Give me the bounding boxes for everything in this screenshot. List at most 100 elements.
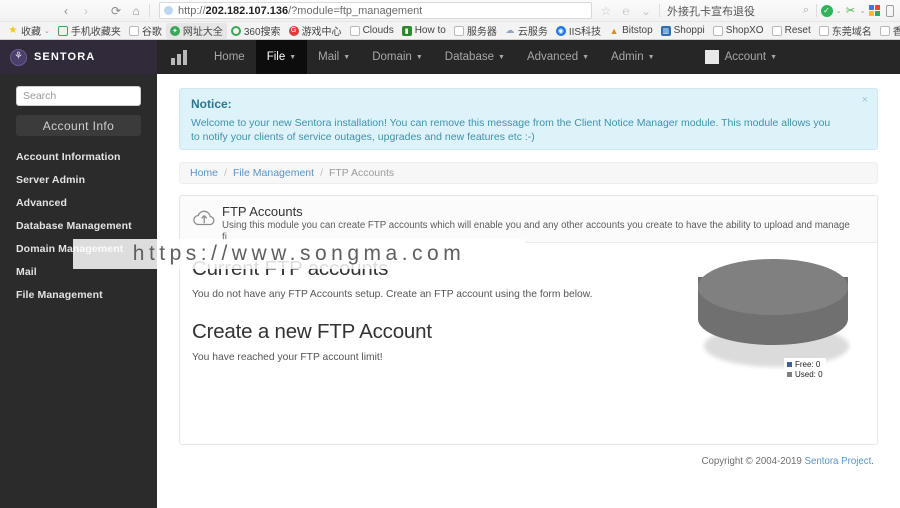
bookmark-item[interactable]: 360搜索 <box>227 23 285 39</box>
bookmark-item[interactable]: ✦ 网址大全 <box>165 22 227 39</box>
chevron-down-icon: ▼ <box>343 53 351 61</box>
stats-bars-icon[interactable] <box>171 49 187 65</box>
chevron-down-icon: ▼ <box>647 53 655 61</box>
forward-button[interactable]: › <box>76 1 96 21</box>
module-panel: FTP Accounts Using this module you can c… <box>179 195 878 445</box>
sidebar-item-label: File Management <box>16 288 103 301</box>
nav-item-admin[interactable]: Admin ▼ <box>600 40 666 74</box>
nav-label: Home <box>214 51 245 63</box>
star-icon: ★ <box>8 25 18 36</box>
bookmark-item[interactable]: 香港虚机 <box>876 23 900 39</box>
module-body: Current FTP accounts You do not have any… <box>180 243 877 444</box>
bookmark-item[interactable]: ◉ IIS科技 <box>552 23 605 39</box>
chevron-down-icon[interactable]: ⌄ <box>636 1 656 21</box>
chevron-down-icon: ▼ <box>770 53 778 61</box>
browser-chrome: ‹ › ⟳ ⌂ http://202.182.107.136/?module=f… <box>0 0 900 40</box>
scissors-icon[interactable]: ✂ <box>844 4 857 17</box>
notice-title: Notice: <box>191 97 232 111</box>
sidebar-item-file-management[interactable]: File Management <box>0 283 157 306</box>
site-info-icon <box>164 6 173 15</box>
browser-search-text: 外接孔卡宣布退役 <box>667 5 755 18</box>
nav-item-account[interactable]: Account ▼ <box>694 40 789 74</box>
sidebar-item-domain-management[interactable]: Domain Management <box>0 237 157 260</box>
page-icon <box>818 25 829 36</box>
sidebar-item-label: Advanced <box>16 196 67 209</box>
nav-item-mail[interactable]: Mail ▼ <box>307 40 361 74</box>
sidebar-item-label: Mail <box>16 265 37 278</box>
mobile-icon[interactable] <box>883 4 896 17</box>
shield-chevron-icon[interactable]: ⌄ <box>835 4 842 17</box>
breadcrumb: Home / File Management / FTP Accounts <box>179 162 878 184</box>
sidebar-item-account-information[interactable]: Account Information <box>0 145 157 168</box>
translate-icon[interactable]: ℮ <box>616 1 636 21</box>
circle-icon: ◉ <box>555 25 566 36</box>
bookmark-star-icon[interactable]: ☆ <box>596 1 616 21</box>
sidebar-menu: Account Information Server Admin Advance… <box>0 145 157 306</box>
breadcrumb-current: FTP Accounts <box>328 167 395 179</box>
address-bar-text: http://202.182.107.136/?module=ftp_manag… <box>178 4 423 17</box>
sidebar-item-mail[interactable]: Mail <box>0 260 157 283</box>
home-button[interactable]: ⌂ <box>126 1 146 21</box>
bookmark-item[interactable]: ▮ How to <box>398 23 450 39</box>
search-input[interactable] <box>16 86 141 106</box>
nav-label: Advanced <box>526 51 579 63</box>
reload-button[interactable]: ⟳ <box>106 1 126 21</box>
chevron-down-icon: ⌄ <box>44 27 50 35</box>
brand-label: SENTORA <box>34 51 96 63</box>
footer: Copyright © 2004-2019 Sentora Project. <box>179 456 878 467</box>
sidebar-item-label: Server Admin <box>16 173 86 186</box>
app-brand[interactable]: ⚘ SENTORA <box>0 40 157 74</box>
browser-tool-icons: ✓ ⌄ ✂ ⌄ <box>820 4 900 17</box>
bookmark-item[interactable]: ☁ 云服务 <box>501 23 552 39</box>
bookmark-item[interactable]: ★ 收藏 ⌄ <box>4 23 54 39</box>
nav-item-database[interactable]: Database ▼ <box>434 40 516 74</box>
sidebar-item-label: Domain Management <box>16 242 124 255</box>
address-bar[interactable]: http://202.182.107.136/?module=ftp_manag… <box>159 2 592 19</box>
phone-icon <box>57 25 68 36</box>
bookmark-label: 游戏中心 <box>301 27 342 38</box>
sidebar-item-server-admin[interactable]: Server Admin <box>0 168 157 191</box>
bookmark-item[interactable]: 手机收藏夹 <box>54 23 125 39</box>
breadcrumb-item-home[interactable]: Home <box>190 167 218 179</box>
bookmark-item[interactable]: 东莞域名 <box>815 23 876 39</box>
chevron-down-icon: ▼ <box>582 53 590 61</box>
sentora-project-link[interactable]: Sentora Project <box>805 456 872 467</box>
main-content: Notice: Welcome to your new Sentora inst… <box>157 74 900 508</box>
nav-item-domain[interactable]: Domain ▼ <box>361 40 434 74</box>
copyright-text: Copyright © 2004-2019 <box>701 456 805 467</box>
page-icon <box>712 25 723 36</box>
nav-item-file[interactable]: File ▼ <box>255 40 308 74</box>
copyright-tail: . <box>871 456 874 467</box>
disk-usage-pie-chart: Free: 0 Used: 0 <box>688 255 863 430</box>
bookmark-item[interactable]: Reset <box>768 23 815 39</box>
nav-label: File <box>266 51 286 63</box>
sidebar-item-advanced[interactable]: Advanced <box>0 191 157 214</box>
notice-banner: Notice: Welcome to your new Sentora inst… <box>179 88 878 150</box>
shield-icon[interactable]: ✓ <box>820 4 833 17</box>
apps-grid-icon[interactable] <box>868 4 881 17</box>
scissors-chevron-icon[interactable]: ⌄ <box>859 4 866 17</box>
sidebar-item-label: Account Information <box>16 150 121 163</box>
bookmark-item[interactable]: ▥ Shoppi <box>657 23 709 39</box>
close-icon[interactable]: × <box>862 95 868 106</box>
back-button[interactable]: ‹ <box>56 1 76 21</box>
bookmark-label: 手机收藏夹 <box>70 27 121 38</box>
browser-navigation-bar: ‹ › ⟳ ⌂ http://202.182.107.136/?module=f… <box>0 0 900 26</box>
sentora-logo-icon: ⚘ <box>10 48 27 66</box>
bookmark-item[interactable]: G 游戏中心 <box>285 23 346 39</box>
bookmark-item[interactable]: Clouds <box>346 23 398 39</box>
nav-item-advanced[interactable]: Advanced ▼ <box>516 40 600 74</box>
bookmark-item[interactable]: ShopXO <box>709 23 768 39</box>
module-header: FTP Accounts Using this module you can c… <box>180 196 877 243</box>
bookmark-item[interactable]: 谷歌 <box>125 23 166 39</box>
browser-search-box[interactable]: 外接孔卡宣布退役 ⌕ <box>663 2 813 19</box>
legend-item-free: Free: 0 <box>787 359 823 369</box>
nav-item-home[interactable]: Home <box>203 40 256 74</box>
app-navbar: ⚘ SENTORA Home File ▼ Mail ▼ Domain ▼ Datab… <box>0 40 900 74</box>
module-description: Using this module you can create FTP acc… <box>222 220 850 243</box>
bookmark-item[interactable]: 服务器 <box>450 23 501 39</box>
legend-label: Used: 0 <box>795 369 823 379</box>
bookmark-item[interactable]: ▲ Bitstop <box>605 23 657 39</box>
breadcrumb-item-file-management[interactable]: File Management <box>233 167 314 179</box>
sidebar-item-database-management[interactable]: Database Management <box>0 214 157 237</box>
